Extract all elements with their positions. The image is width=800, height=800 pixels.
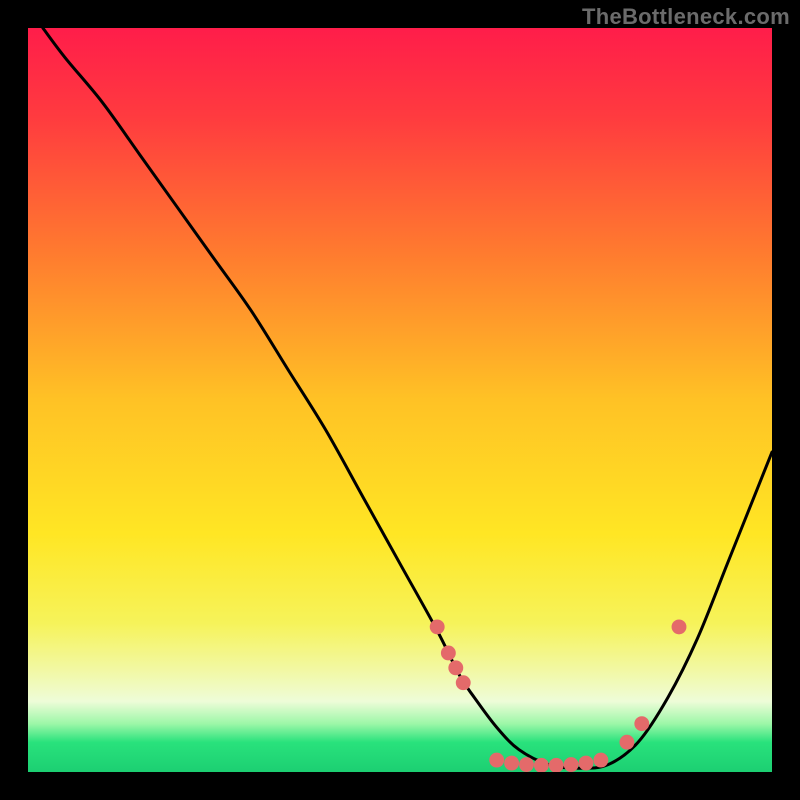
highlight-point — [619, 735, 634, 750]
outer-frame: TheBottleneck.com — [0, 0, 800, 800]
highlight-point — [456, 675, 471, 690]
highlight-point — [579, 756, 594, 771]
highlight-point — [448, 660, 463, 675]
highlight-point — [441, 646, 456, 661]
highlight-point — [564, 757, 579, 772]
highlight-point — [430, 619, 445, 634]
highlight-point — [504, 756, 519, 771]
chart-plot-area — [28, 28, 772, 772]
highlight-point — [519, 757, 534, 772]
highlight-point — [489, 753, 504, 768]
highlight-point — [634, 716, 649, 731]
chart-svg — [28, 28, 772, 772]
watermark-text: TheBottleneck.com — [582, 4, 790, 30]
highlight-point — [593, 753, 608, 768]
chart-background — [28, 28, 772, 772]
highlight-point — [672, 619, 687, 634]
